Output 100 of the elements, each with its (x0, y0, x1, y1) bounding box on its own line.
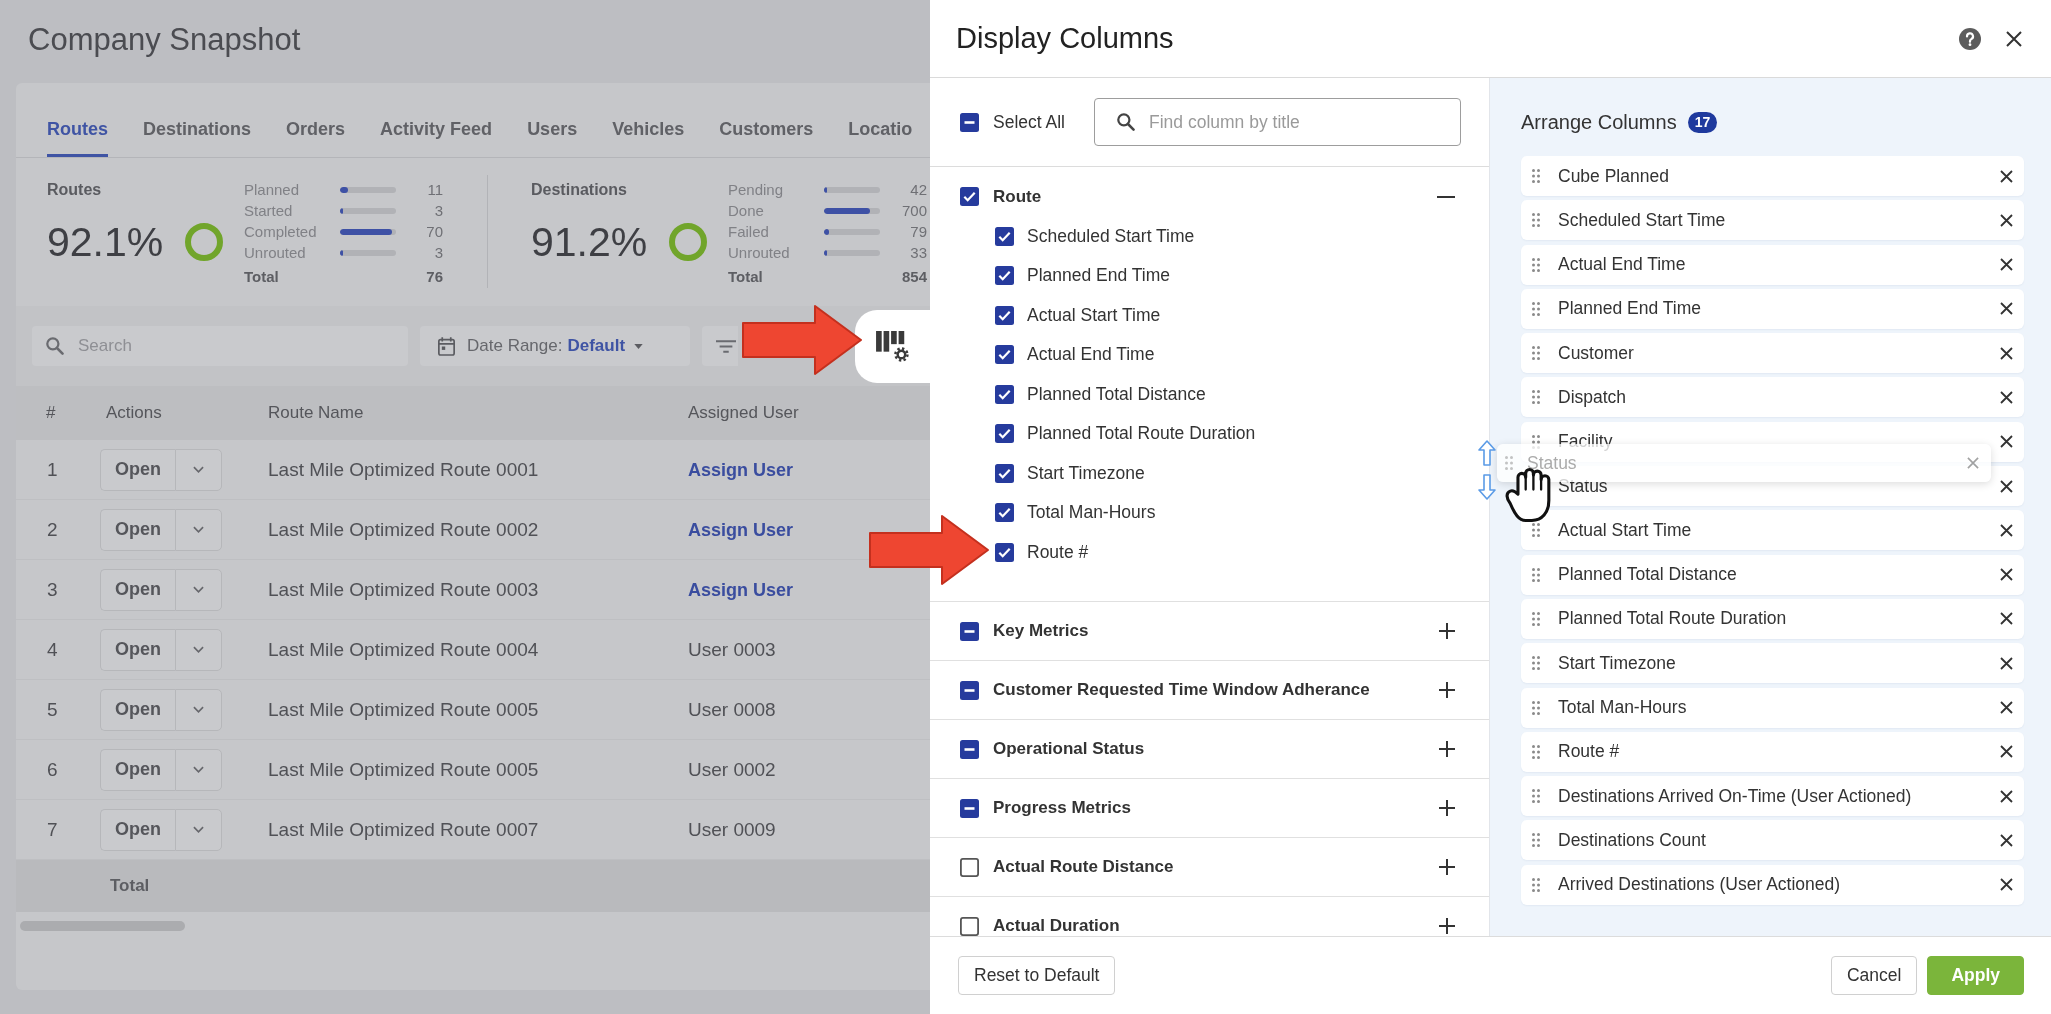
drag-handle-icon[interactable] (1532, 523, 1540, 538)
open-button[interactable]: Open (100, 628, 175, 671)
remove-icon[interactable] (2000, 878, 2013, 892)
remove-icon[interactable] (2000, 479, 2013, 493)
checkbox[interactable] (960, 857, 979, 877)
dropdown-toggle[interactable] (175, 748, 222, 791)
select-all-label[interactable]: Select All (993, 111, 1065, 133)
column-item[interactable]: Arrived Destinations (User Actioned) (1521, 864, 2024, 905)
column-label[interactable]: Planned End Time (1027, 265, 1170, 287)
dropdown-toggle[interactable] (175, 808, 222, 851)
plus-icon[interactable] (1439, 682, 1455, 698)
remove-icon[interactable] (2000, 435, 2013, 449)
checkbox[interactable] (995, 424, 1014, 444)
column-item[interactable]: Cube Planned (1521, 156, 2024, 196)
checkbox[interactable] (995, 503, 1014, 523)
checkbox[interactable] (995, 463, 1014, 483)
checkbox[interactable] (995, 305, 1014, 325)
open-button[interactable]: Open (100, 808, 175, 851)
column-label[interactable]: Route # (1027, 541, 1089, 563)
remove-icon[interactable] (2000, 656, 2013, 670)
column-search-field[interactable]: Find column by title (1094, 98, 1461, 146)
column-item[interactable]: Actual Start Time (1521, 510, 2024, 551)
group-label[interactable]: Actual Route Distance (993, 857, 1174, 877)
tab[interactable]: Customers (719, 118, 814, 157)
column-item[interactable]: Destinations Arrived On-Time (User Actioned) (1521, 776, 2024, 817)
drag-handle-icon[interactable] (1532, 567, 1540, 582)
plus-icon[interactable] (1439, 859, 1455, 875)
column-label[interactable]: Start Timezone (1027, 462, 1145, 484)
group-label[interactable]: Route (993, 186, 1042, 207)
group-label[interactable]: Customer Requested Time Window Adherance (993, 680, 1370, 700)
dropdown-toggle[interactable] (175, 688, 222, 731)
column-item[interactable]: Actual End Time (1521, 244, 2024, 285)
dropdown-toggle[interactable] (175, 508, 222, 551)
column-item[interactable]: Planned Total Distance (1521, 554, 2024, 595)
plus-icon[interactable] (1439, 741, 1455, 757)
close-icon[interactable] (2006, 30, 2022, 47)
checkbox[interactable] (960, 916, 979, 936)
tab[interactable]: Routes (47, 118, 108, 157)
group-label[interactable]: Actual Duration (993, 916, 1120, 936)
drag-handle-icon[interactable] (1532, 789, 1540, 804)
help-icon[interactable] (1959, 27, 1981, 50)
column-label[interactable]: Planned Total Distance (1027, 383, 1206, 405)
checkbox[interactable] (995, 384, 1014, 404)
column-item[interactable]: Dispatch (1521, 377, 2024, 418)
remove-icon[interactable] (2000, 701, 2013, 715)
column-item[interactable]: Planned Total Route Duration (1521, 598, 2024, 639)
open-button[interactable]: Open (100, 748, 175, 791)
plus-icon[interactable] (1439, 800, 1455, 816)
column-item[interactable]: Total Man-Hours (1521, 687, 2024, 728)
column-item[interactable]: Planned End Time (1521, 288, 2024, 329)
search-input[interactable]: Find column by title (1149, 111, 1439, 133)
checkbox[interactable] (960, 680, 979, 700)
column-label[interactable]: Planned Total Route Duration (1027, 423, 1256, 445)
open-button[interactable]: Open (100, 688, 175, 731)
drag-handle-icon[interactable] (1532, 213, 1540, 228)
remove-icon[interactable] (2000, 213, 2013, 227)
dropdown-toggle[interactable] (175, 568, 222, 611)
tab[interactable]: Destinations (143, 118, 252, 157)
column-item[interactable]: Destinations Count (1521, 820, 2024, 861)
remove-icon[interactable] (2000, 523, 2013, 537)
drag-handle-icon[interactable] (1532, 346, 1540, 361)
dropdown-toggle[interactable] (175, 448, 222, 491)
plus-icon[interactable] (1439, 918, 1455, 934)
reset-button[interactable]: Reset to Default (958, 956, 1116, 995)
drag-handle-icon[interactable] (1532, 301, 1540, 316)
search-field[interactable]: Search (32, 326, 408, 366)
remove-icon[interactable] (2000, 833, 2013, 847)
checkbox[interactable] (995, 542, 1014, 562)
checkbox[interactable] (995, 345, 1014, 365)
drag-handle-icon[interactable] (1532, 390, 1540, 405)
filter-button[interactable] (702, 326, 738, 366)
assign-user-link[interactable]: Assign User (688, 459, 794, 480)
tab[interactable]: Vehicles (612, 118, 685, 157)
drag-handle-icon[interactable] (1532, 611, 1540, 626)
remove-icon[interactable] (2000, 391, 2013, 404)
column-label[interactable]: Actual End Time (1027, 344, 1155, 366)
drag-handle-icon[interactable] (1532, 700, 1540, 715)
drag-handle-icon[interactable] (1532, 169, 1540, 183)
drag-handle-icon[interactable] (1532, 656, 1540, 671)
remove-icon[interactable] (2000, 568, 2013, 582)
column-item[interactable]: Scheduled Start Time (1521, 200, 2024, 241)
column-label[interactable]: Scheduled Start Time (1027, 225, 1195, 247)
scrollbar-thumb[interactable] (20, 921, 185, 931)
minus-icon[interactable] (1437, 195, 1455, 198)
column-item[interactable]: Start Timezone (1521, 643, 2024, 684)
column-label[interactable]: Actual Start Time (1027, 304, 1161, 326)
assign-user-link[interactable]: Assign User (688, 579, 794, 600)
checkbox[interactable] (960, 739, 979, 759)
remove-icon[interactable] (2000, 302, 2013, 316)
remove-icon[interactable] (2000, 258, 2013, 272)
tab[interactable]: Activity Feed (380, 118, 493, 157)
group-label[interactable]: Key Metrics (993, 621, 1089, 641)
column-item[interactable]: Route # (1521, 731, 2024, 772)
checkbox[interactable] (960, 621, 979, 641)
group-label[interactable]: Progress Metrics (993, 798, 1131, 818)
dropdown-toggle[interactable] (175, 628, 222, 671)
assign-user-link[interactable]: Assign User (688, 519, 794, 540)
plus-icon[interactable] (1439, 623, 1455, 639)
drag-handle-icon[interactable] (1532, 257, 1540, 272)
tab[interactable]: Users (527, 118, 578, 157)
